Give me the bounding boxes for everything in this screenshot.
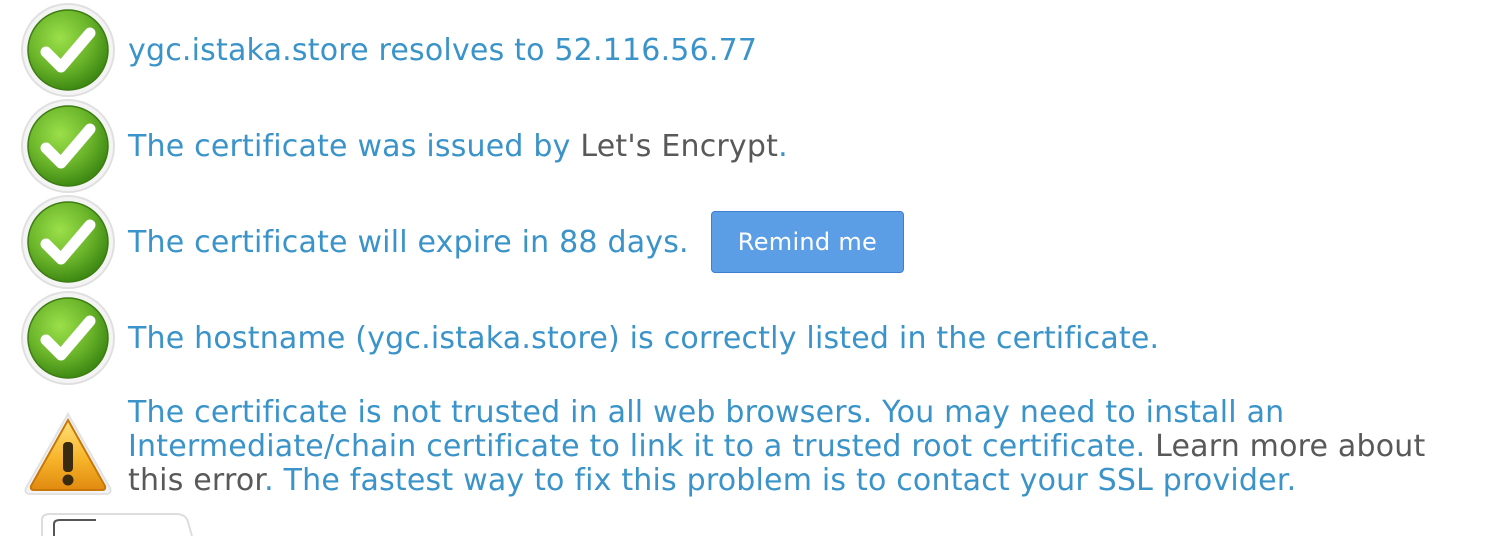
check-row-dns: ygc.istaka.store resolves to 52.116.56.7… [20,2,757,98]
checkmark-icon [20,2,116,98]
dns-resolve-text: ygc.istaka.store resolves to 52.116.56.7… [128,32,758,68]
issuer-text: The certificate was issued by Let's Encr… [128,129,788,164]
issuer-name: Let's Encrypt [580,128,779,164]
issuer-prefix: The certificate was issued by [128,128,581,164]
hostname-text: The hostname (ygc.istaka.store) is corre… [128,320,1160,356]
trust-warning-text: The certificate is not trusted in all we… [128,396,1468,498]
trust-warning-prefix: The certificate is not trusted in all we… [128,395,1285,464]
check-row-expiry: The certificate will expire in 88 days. … [20,194,905,290]
check-row-hostname: The hostname (ygc.istaka.store) is corre… [20,290,1159,386]
trust-warning-suffix: . The fastest way to fix this problem is… [264,463,1297,498]
check-row-issuer: The certificate was issued by Let's Encr… [20,98,788,194]
issuer-suffix: . [778,128,788,164]
expiry-text: The certificate will expire in 88 days. [128,224,689,260]
checkmark-icon [20,194,116,290]
check-row-trust-warning: The certificate is not trusted in all we… [20,396,1468,500]
remind-me-button[interactable]: Remind me [710,211,905,273]
partial-next-item [36,506,196,537]
checkmark-icon [20,290,116,386]
checkmark-icon [20,98,116,194]
warning-triangle-icon [20,404,116,500]
